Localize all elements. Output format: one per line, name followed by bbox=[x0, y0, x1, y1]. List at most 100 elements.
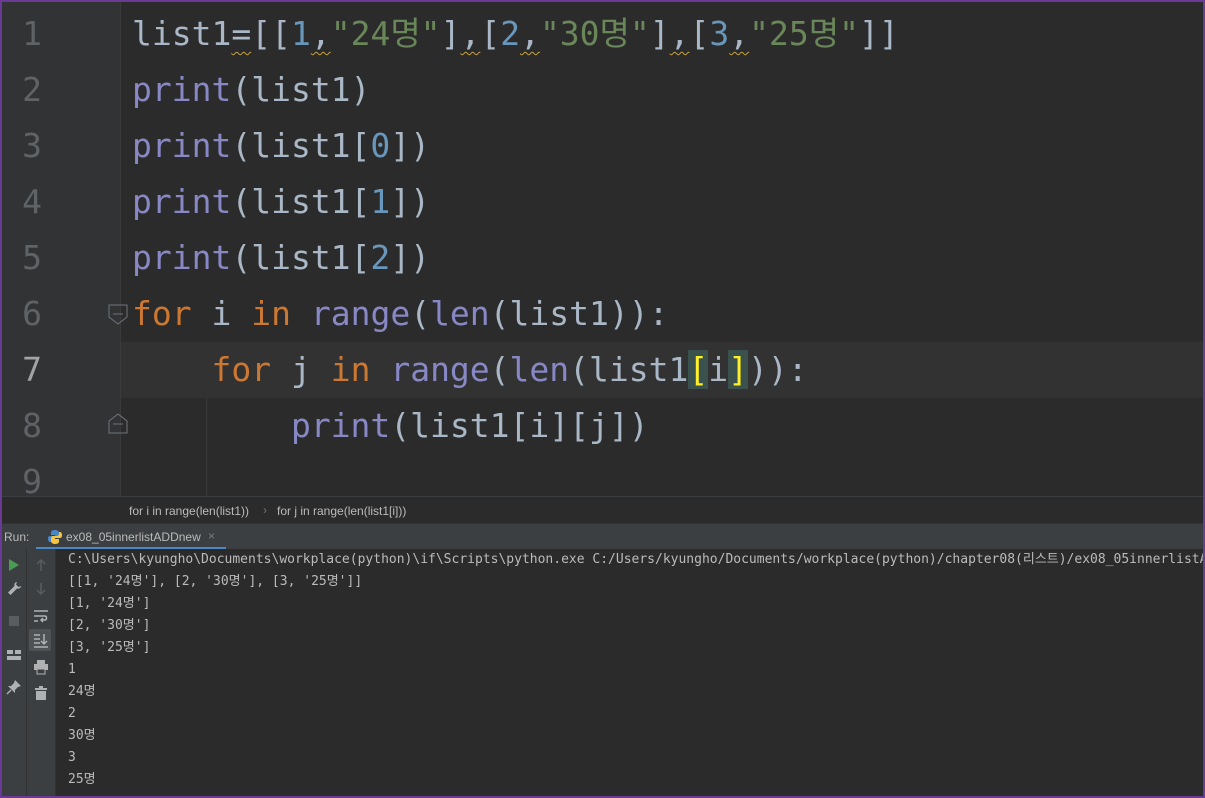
code-token: j bbox=[271, 350, 331, 389]
breadcrumb: for i in range(len(list1)) › for j in ra… bbox=[2, 496, 1203, 524]
code-line[interactable]: print(list1[1]) bbox=[132, 174, 430, 230]
arrow-up-icon[interactable] bbox=[33, 557, 49, 573]
code-line[interactable]: print(list1[i][j]) bbox=[132, 398, 649, 454]
layout-icon[interactable] bbox=[6, 647, 22, 663]
code-token: in bbox=[251, 294, 291, 333]
code-token: ] bbox=[440, 14, 461, 53]
code-token: ]] bbox=[859, 14, 899, 53]
code-token: , bbox=[669, 14, 690, 53]
line-number: 8 bbox=[22, 406, 42, 445]
run-toolbar-right bbox=[27, 549, 56, 796]
code-line[interactable]: for j in range(len(list1[i])): bbox=[132, 342, 808, 398]
code-token: ] bbox=[728, 350, 748, 389]
wrench-icon[interactable] bbox=[6, 581, 22, 597]
run-tab[interactable]: ex08_05innerlistADDnew × bbox=[36, 524, 226, 550]
breadcrumb-item-outer-loop[interactable]: for i in range(len(list1)) bbox=[129, 504, 249, 518]
console-line: [1, '24명'] bbox=[68, 596, 151, 611]
line-number: 7 bbox=[22, 350, 42, 389]
code-token: "24명" bbox=[330, 14, 441, 53]
code-line[interactable]: for i in range(len(list1)): bbox=[132, 286, 668, 342]
line-number: 6 bbox=[22, 294, 42, 333]
console-line: [2, '30명'] bbox=[68, 618, 151, 633]
soft-wrap-icon[interactable] bbox=[33, 608, 49, 624]
console-line: 2 bbox=[68, 706, 76, 721]
arrow-down-icon[interactable] bbox=[33, 581, 49, 597]
code-token: )): bbox=[748, 350, 808, 389]
code-token: 3 bbox=[709, 14, 730, 53]
code-token: 0 bbox=[370, 126, 391, 165]
scroll-to-end-icon[interactable] bbox=[33, 632, 49, 648]
code-token: , bbox=[729, 14, 750, 53]
code-line[interactable]: print(list1[2]) bbox=[132, 230, 430, 286]
breadcrumb-item-inner-loop[interactable]: for j in range(len(list1[i])) bbox=[277, 504, 406, 518]
code-token: [ bbox=[688, 350, 709, 389]
code-editor[interactable]: 123456789 list1=[[1,"24명"],[2,"30명"],[3,… bbox=[2, 2, 1203, 496]
console-line: 1 bbox=[68, 662, 76, 677]
code-token: "30명" bbox=[539, 14, 650, 53]
print-icon[interactable] bbox=[33, 659, 49, 675]
code-token: (list1[ bbox=[231, 238, 371, 277]
code-token: ]) bbox=[390, 238, 431, 277]
line-number: 4 bbox=[22, 182, 42, 221]
trash-icon[interactable] bbox=[33, 685, 49, 701]
pin-icon[interactable] bbox=[6, 679, 22, 695]
code-token: 2 bbox=[500, 14, 521, 53]
code-token: i bbox=[708, 350, 729, 389]
code-token: ] bbox=[649, 14, 670, 53]
code-token: for bbox=[211, 350, 272, 389]
code-line[interactable]: print(list1[0]) bbox=[132, 118, 430, 174]
code-line[interactable]: print(list1) bbox=[132, 62, 370, 118]
fold-close-icon[interactable] bbox=[107, 413, 129, 435]
code-token: ]) bbox=[390, 126, 431, 165]
code-token: in bbox=[330, 350, 371, 389]
code-token: range bbox=[390, 350, 490, 389]
code-token: ( bbox=[489, 350, 510, 389]
code-token: (list1[ bbox=[231, 126, 371, 165]
ide-window: 123456789 list1=[[1,"24명"],[2,"30명"],[3,… bbox=[0, 0, 1205, 798]
breadcrumb-separator-icon: › bbox=[263, 503, 267, 517]
console-output[interactable]: C:\Users\kyungho\Documents\workplace(pyt… bbox=[56, 549, 1203, 796]
code-token: 1 bbox=[290, 14, 311, 53]
code-token: [ bbox=[480, 14, 501, 53]
code-token: 1 bbox=[370, 182, 391, 221]
console-line: 30명 bbox=[68, 728, 96, 743]
code-token: ( bbox=[410, 294, 431, 333]
code-token: (list1) bbox=[231, 70, 371, 109]
line-number: 5 bbox=[22, 238, 42, 277]
code-token: = bbox=[231, 14, 252, 53]
code-token: [[ bbox=[251, 14, 291, 53]
line-number: 1 bbox=[22, 14, 42, 53]
run-toolbar-left bbox=[2, 549, 27, 796]
code-token: , bbox=[310, 14, 331, 53]
python-icon bbox=[48, 530, 62, 544]
code-token: print bbox=[132, 126, 232, 165]
line-number: 9 bbox=[22, 462, 42, 496]
run-icon[interactable] bbox=[6, 557, 22, 573]
run-tool-window-header: Run: ex08_05innerlistADDnew × bbox=[2, 523, 1203, 550]
code-token: "25명" bbox=[749, 14, 859, 53]
stop-icon[interactable] bbox=[6, 613, 22, 629]
code-token: for bbox=[132, 294, 192, 333]
code-token: (list1[ bbox=[231, 182, 371, 221]
code-token: print bbox=[290, 406, 391, 445]
console-line: 25명 bbox=[68, 772, 96, 787]
code-token: (list1)): bbox=[489, 294, 669, 333]
run-label: Run: bbox=[4, 530, 30, 544]
close-icon[interactable]: × bbox=[208, 529, 215, 543]
code-token: list1 bbox=[132, 14, 232, 53]
code-token: , bbox=[520, 14, 540, 53]
run-tab-label: ex08_05innerlistADDnew bbox=[66, 530, 201, 544]
code-token: 2 bbox=[370, 238, 391, 277]
code-line[interactable]: list1=[[1,"24명"],[2,"30명"],[3,"25명"]] bbox=[132, 6, 899, 62]
console-line: [[1, '24명'], [2, '30명'], [3, '25명']] bbox=[68, 574, 363, 589]
line-number-gutter: 1 2 3 4 5 6 7 8 9 bbox=[2, 2, 128, 496]
code-token: len bbox=[509, 350, 570, 389]
fold-open-icon[interactable] bbox=[107, 303, 129, 325]
code-token: i bbox=[191, 294, 252, 333]
code-token: , bbox=[460, 14, 481, 53]
code-token: range bbox=[310, 294, 411, 333]
